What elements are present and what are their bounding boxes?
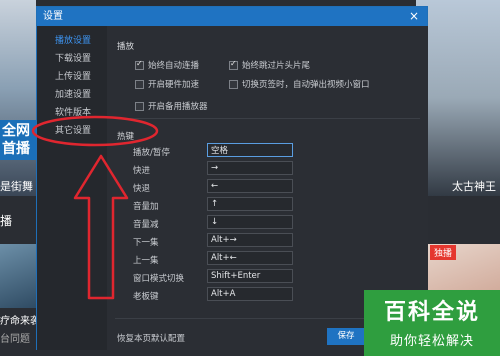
hotkey-label-forward: 快进 [133,166,151,176]
checkbox-hardware-accel[interactable] [135,79,144,89]
option-skip-intro[interactable]: 始终跳过片头片尾 [229,59,310,71]
hotkey-label-volume-down: 音量减 [133,220,159,230]
watermark-title: 百科全说 [383,300,480,325]
option-hardware-accel[interactable]: 开启硬件加速 [135,78,199,90]
option-label: 开启备用播放器 [148,102,208,112]
hotkey-label-boss-key: 老板键 [133,292,159,302]
hotkey-field-forward[interactable] [207,161,293,175]
background-caption-left: 是街舞 [0,180,33,193]
background-tag: 独播 [430,245,457,260]
hotkey-field-window-mode[interactable] [207,269,293,283]
option-label: 始终自动连播 [148,61,200,71]
background-banner-right [416,0,500,196]
option-label: 开启硬件加速 [148,80,200,90]
option-label: 始终跳过片头片尾 [242,61,311,71]
checkbox-skip-intro[interactable] [229,59,238,70]
option-mini-window[interactable]: 切换页签时，自动弹出视频小窗口 [229,78,370,90]
sidebar-item-playback[interactable]: 播放设置 [37,32,107,50]
hotkey-field-volume-down[interactable] [207,215,293,229]
dialog-titlebar: 设置 × [37,7,427,26]
hotkey-label-play-pause: 播放/暂停 [133,148,170,158]
background-banner-left [0,0,36,196]
checkbox-mini-window[interactable] [229,79,238,89]
close-icon[interactable]: × [407,7,421,26]
hotkey-field-boss-key[interactable] [207,287,293,301]
background-caption-right: 太古神王 [452,180,496,193]
hotkey-field-prev-episode[interactable] [207,251,293,265]
checkbox-backup-player[interactable] [135,101,144,111]
sidebar-item-upload[interactable]: 上传设置 [37,68,107,86]
option-backup-player[interactable]: 开启备用播放器 [135,100,208,112]
hotkey-label-next-episode: 下一集 [133,238,159,248]
checkbox-auto-continue[interactable] [135,59,144,70]
background-card-title: 疗命来袭 [0,316,40,327]
hotkey-field-volume-up[interactable] [207,197,293,211]
sidebar-item-download[interactable]: 下载设置 [37,50,107,68]
restore-defaults-link[interactable]: 恢复本页默认配置 [117,332,185,344]
hotkey-field-next-episode[interactable] [207,233,293,247]
settings-sidebar: 播放设置 下载设置 上传设置 加速设置 软件版本 其它设置 [37,26,107,350]
hotkey-field-play-pause[interactable] [207,143,293,157]
section-divider [115,118,420,119]
background-card-left [0,244,36,308]
option-label: 切换页签时，自动弹出视频小窗口 [242,80,370,90]
save-button[interactable]: 保存 [327,328,365,345]
playback-section-title: 播放 [117,42,135,52]
hotkey-label-window-mode: 窗口模式切换 [133,274,185,284]
hotkey-label-rewind: 快退 [133,184,151,194]
hotkey-field-rewind[interactable] [207,179,293,193]
background-card-subtitle: 台同题 [0,334,30,345]
option-auto-continue[interactable]: 始终自动连播 [135,59,199,71]
dialog-title: 设置 [43,11,63,22]
background-badge: 全网首播 [0,120,36,160]
hotkey-label-volume-up: 音量加 [133,202,159,212]
background-section-title: 播 [0,214,13,228]
watermark-logo: 百科全说 助你轻松解决 [364,290,500,356]
hotkeys-section-title: 热键 [117,132,135,142]
hotkey-label-prev-episode: 上一集 [133,256,159,266]
sidebar-item-version[interactable]: 软件版本 [37,104,107,122]
watermark-subtitle: 助你轻松解决 [389,334,474,349]
sidebar-item-other[interactable]: 其它设置 [37,122,107,140]
sidebar-item-acceleration[interactable]: 加速设置 [37,86,107,104]
